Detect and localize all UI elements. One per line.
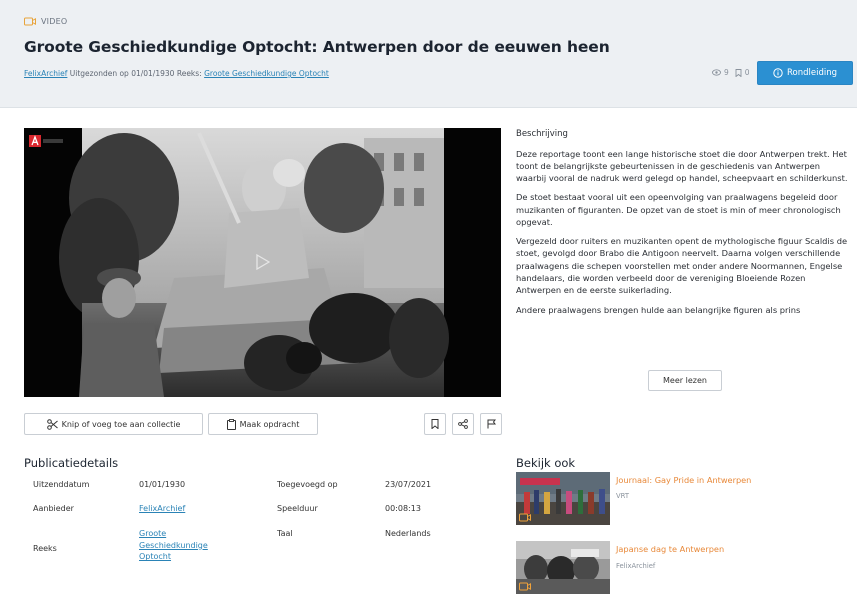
- tour-button[interactable]: Rondleiding: [757, 61, 853, 85]
- info-circle-icon: [773, 68, 783, 78]
- series-link[interactable]: Groote Geschiedkundige Optocht: [204, 69, 329, 78]
- description-paragraph: De stoet bestaat vooral uit een opeenvol…: [516, 192, 841, 227]
- clip-button[interactable]: Knip of voeg toe aan collectie: [24, 413, 203, 435]
- scissors-icon: [46, 418, 58, 430]
- media-header: VIDEO Groote Geschiedkundige Optocht: An…: [0, 0, 857, 108]
- provider-value-link[interactable]: FelixArchief: [139, 503, 185, 515]
- video-camera-icon: [24, 17, 36, 26]
- description-paragraph: Deze reportage toont een lange historisc…: [516, 148, 848, 184]
- report-button[interactable]: [480, 413, 502, 435]
- related-title-link[interactable]: Journaal: Gay Pride in Antwerpen: [616, 475, 751, 485]
- clipboard-icon: [226, 418, 236, 430]
- stats: 9 0: [712, 68, 750, 77]
- related-source: VRT: [616, 492, 630, 500]
- vrt-logo-icon: [29, 135, 65, 147]
- eye-icon: [712, 69, 721, 76]
- bookmark-button[interactable]: [424, 413, 446, 435]
- added-label: Toegevoegd op: [277, 480, 338, 489]
- share-icon: [458, 419, 468, 429]
- play-icon[interactable]: [256, 254, 270, 270]
- broadcast-date-label: Uitzenddatum: [33, 480, 90, 489]
- bookmark-icon: [431, 419, 439, 429]
- saves-count: 0: [744, 68, 750, 77]
- related-thumbnail[interactable]: [516, 472, 610, 525]
- video-player[interactable]: [24, 128, 501, 397]
- related-source: FelixArchief: [616, 562, 656, 570]
- added-value: 23/07/2021: [385, 480, 432, 489]
- description: Beschrijving Deze reportage toont een la…: [516, 128, 852, 368]
- media-meta: FelixArchief Uitgezonden op 01/01/1930 R…: [24, 69, 329, 78]
- flag-icon: [487, 419, 496, 429]
- bookmark-count-icon: [735, 68, 742, 77]
- read-more-button[interactable]: Meer lezen: [648, 370, 722, 391]
- description-heading: Beschrijving: [516, 129, 568, 139]
- assignment-button-label: Maak opdracht: [239, 419, 300, 429]
- duration-value: 00:08:13: [385, 504, 421, 513]
- clip-button-label: Knip of voeg toe aan collectie: [61, 419, 181, 429]
- series-label: Reeks: [33, 544, 57, 553]
- language-label: Taal: [277, 529, 293, 538]
- duration-label: Speelduur: [277, 504, 318, 513]
- series-value-line: Groote: [139, 529, 167, 538]
- assignment-button[interactable]: Maak opdracht: [208, 413, 318, 435]
- language-value: Nederlands: [385, 529, 431, 538]
- media-type-label: VIDEO: [41, 17, 68, 26]
- video-camera-icon: [519, 582, 531, 591]
- series-value-line: Geschiedkundige: [139, 540, 208, 550]
- description-fade: [516, 350, 852, 372]
- tour-button-label: Rondleiding: [787, 68, 837, 78]
- series-prefix: Reeks:: [176, 69, 202, 78]
- broadcast-text: Uitgezonden op 01/01/1930: [69, 69, 175, 78]
- related-title-link[interactable]: Japanse dag te Antwerpen: [616, 544, 724, 554]
- views-count: 9: [724, 68, 729, 77]
- broadcast-date-value: 01/01/1930: [139, 480, 186, 489]
- description-paragraph: Vergezeld door ruiters en muzikanten ope…: [516, 236, 848, 296]
- page-title: Groote Geschiedkundige Optocht: Antwerpe…: [24, 38, 610, 56]
- media-type: VIDEO: [24, 17, 67, 26]
- video-camera-icon: [519, 513, 531, 522]
- related-thumbnail[interactable]: [516, 541, 610, 594]
- provider-label: Aanbieder: [33, 504, 74, 513]
- description-paragraph: Andere praalwagens brengen hulde aan bel…: [516, 304, 801, 315]
- series-value-link[interactable]: Groote Geschiedkundige Optocht: [139, 528, 208, 563]
- provider-link[interactable]: FelixArchief: [24, 69, 67, 78]
- series-value-line: Optocht: [139, 552, 172, 562]
- related-heading: Bekijk ook: [516, 456, 576, 470]
- details-heading: Publicatiedetails: [24, 456, 119, 470]
- share-button[interactable]: [452, 413, 474, 435]
